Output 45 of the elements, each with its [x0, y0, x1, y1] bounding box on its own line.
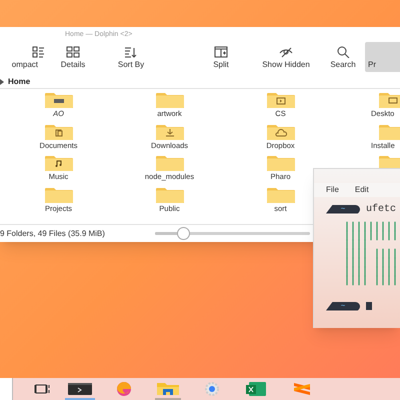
eye-icon — [279, 46, 293, 58]
toolbar-button[interactable]: Split — [191, 42, 251, 72]
split-icon — [214, 46, 228, 58]
prompt-segment: ~ — [326, 204, 360, 214]
ascii-art-line: |||| — [344, 241, 368, 250]
chevron-icon — [0, 78, 4, 84]
folder-icon — [156, 382, 180, 396]
toolbar-button[interactable]: Details — [46, 42, 100, 72]
toolbar-button[interactable]: Pr — [365, 42, 400, 72]
ascii-art-line: ||||||||| — [344, 232, 398, 241]
menu-item[interactable]: File — [326, 184, 339, 196]
toolbar-button[interactable]: Show Hidden — [251, 42, 321, 72]
prompt-segment: ~ — [326, 302, 360, 310]
sort-icon — [124, 46, 138, 58]
ascii-art-line: |||| |||| — [344, 250, 398, 259]
terminal-icon — [68, 382, 92, 396]
task-view-icon — [34, 382, 50, 396]
terminal-command: ufetc — [366, 204, 396, 214]
search-icon — [336, 46, 350, 58]
breadcrumb-link[interactable]: Home — [8, 76, 30, 88]
folder-icon[interactable] — [44, 124, 72, 140]
list-icon — [32, 46, 46, 58]
spreadsheet-icon — [244, 382, 268, 396]
folder-icon[interactable] — [156, 124, 184, 140]
ascii-art-line: |||| |||| — [344, 259, 398, 268]
folder-icon[interactable] — [44, 92, 72, 108]
folder-icon[interactable] — [266, 92, 294, 108]
folder-icon[interactable] — [266, 124, 294, 140]
toolbar-button[interactable]: Search — [321, 42, 365, 72]
status-text: 9 Folders, 49 Files (35.9 MiB) — [0, 228, 106, 240]
running-indicator — [155, 398, 181, 400]
toolbar-button[interactable]: Sort By — [100, 42, 162, 72]
toolbar-button[interactable]: ompact — [0, 42, 46, 72]
ascii-art-line: ||||||||| — [344, 223, 398, 232]
menu-item[interactable]: Edit — [354, 184, 369, 196]
ascii-art-line: |||| |||| — [344, 268, 398, 277]
grid-icon — [66, 46, 80, 58]
folder-icon[interactable] — [379, 92, 400, 108]
cursor-block — [366, 302, 372, 310]
search-box[interactable] — [0, 378, 13, 400]
ascii-art-line: |||| |||| — [344, 277, 398, 286]
folder-icon[interactable] — [44, 155, 72, 171]
running-indicator — [65, 398, 95, 400]
slider-thumb[interactable] — [176, 227, 190, 240]
zoom-slider[interactable] — [155, 227, 310, 240]
